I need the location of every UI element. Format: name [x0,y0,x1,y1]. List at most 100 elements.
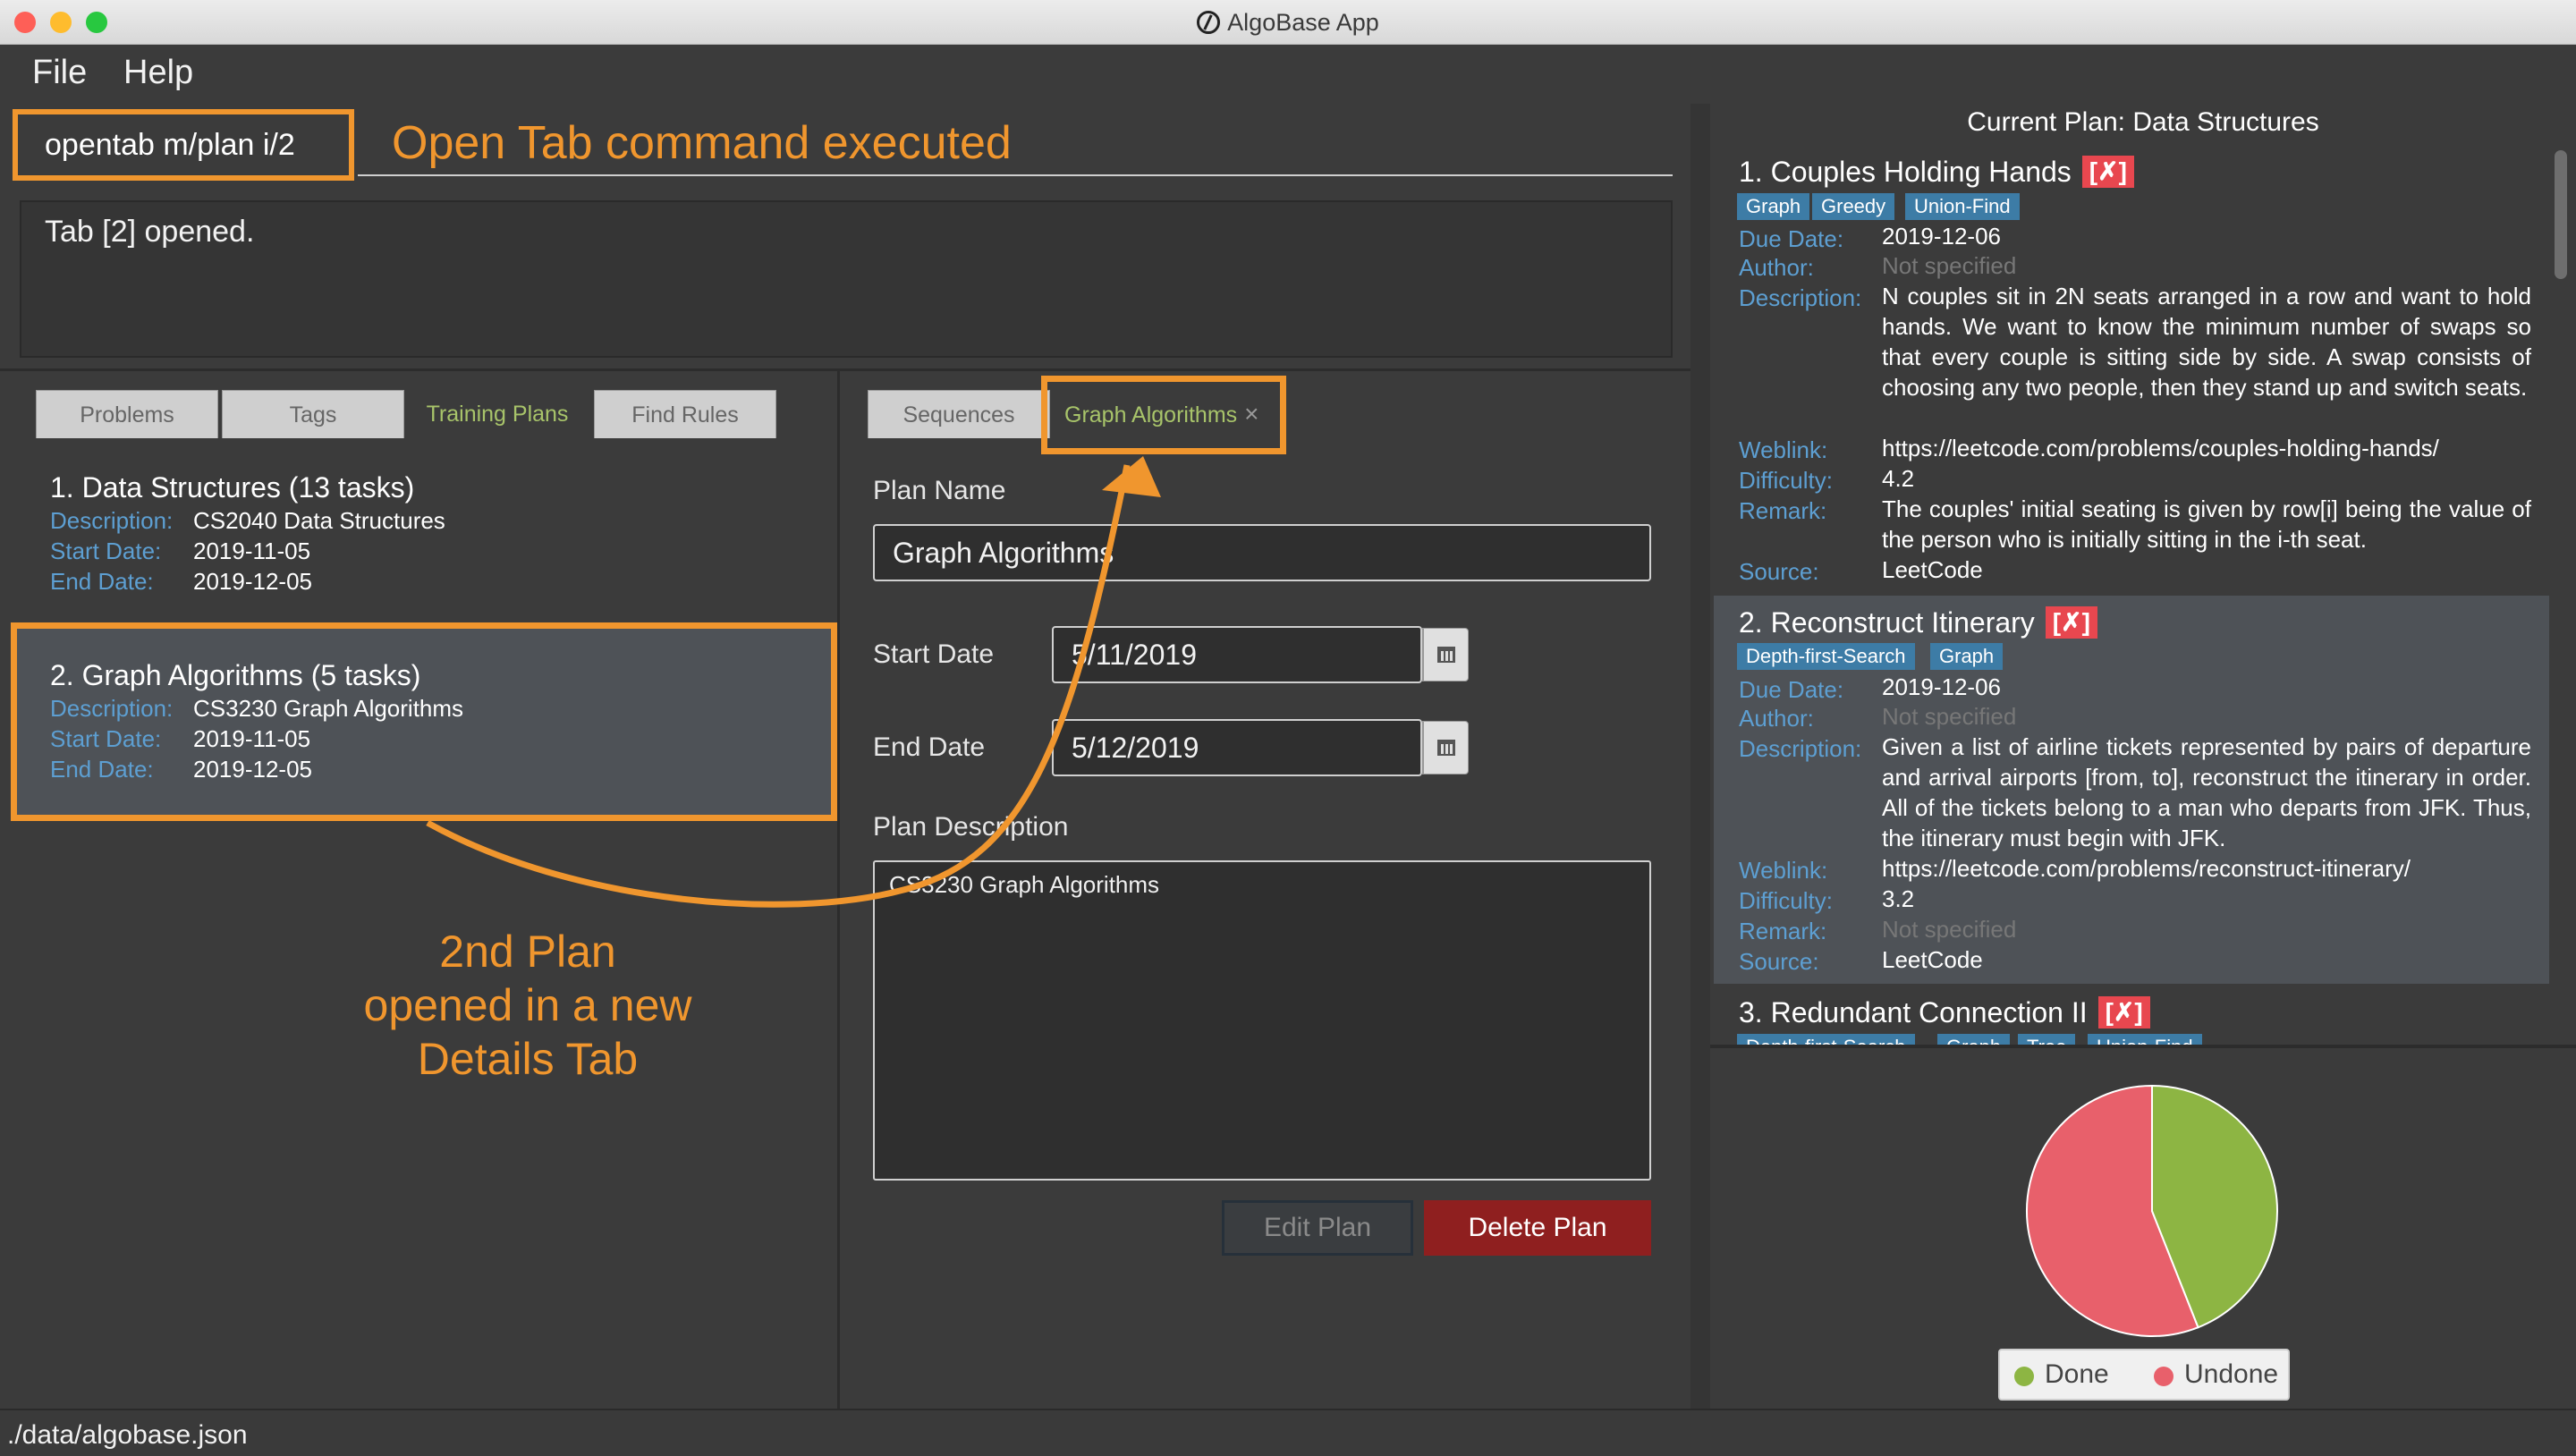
tab-training-plans[interactable]: Training Plans [408,390,587,438]
status-bar [0,1409,2576,1456]
command-annotation: Open Tab command executed [392,117,1012,169]
delete-plan-button[interactable]: Delete Plan [1424,1200,1651,1256]
task-label: Remark: [1739,918,1827,944]
task-due-date: 2019-12-06 [1882,673,2001,700]
incomplete-badge[interactable]: [✗] [2081,156,2134,188]
task-due-date: 2019-12-06 [1882,223,2001,250]
end-date-label: End Date [873,732,986,762]
tab-find-rules[interactable]: Find Rules [594,390,776,438]
plan-description-label: Plan Description [873,812,1069,842]
undone-legend-dot [2154,1367,2174,1386]
task-weblink[interactable]: https://leetcode.com/problems/couples-ho… [1882,433,2531,463]
tag: Graph [1737,193,1810,220]
plan-name-label: Plan Name [873,476,1006,505]
plan-start-date: 2019-11-05 [193,538,311,564]
plan-annotation: 2nd Plan opened in a new Details Tab [322,925,733,1086]
plan-label: Description: [50,507,174,534]
pie-legend: Done Undone [1998,1349,2290,1401]
plan-description-text: CS3230 Graph Algorithms [889,871,1160,898]
tag: Depth-first-Search [1737,643,1915,670]
task-label: Source: [1739,558,1819,585]
annotation-line: 2nd Plan [439,927,616,977]
task-label: Description: [1739,735,1862,762]
tag: Depth-first-Search [1737,1034,1915,1045]
task-label: Author: [1739,254,1814,281]
plan-end-date: 2019-12-05 [193,568,312,595]
task-source: LeetCode [1882,556,1983,583]
plan-label: Start Date: [50,538,162,564]
scrollbar-thumb[interactable] [2555,150,2567,279]
task-label: Due Date: [1739,225,1844,252]
tag: Graph [1930,643,2004,670]
annotation-line: Details Tab [417,1034,639,1084]
task-remark: Not specified [1882,916,2017,943]
task-label: Remark: [1739,497,1827,524]
plan-name-field[interactable]: Graph Algorithms [873,524,1651,581]
tag: Greedy [1812,193,1895,220]
task-tags-clipped: Depth-first-Search Graph Tree Union-Find [1714,1034,2549,1045]
incomplete-badge[interactable]: [✗] [2097,996,2150,1029]
command-highlight-box [13,109,354,181]
result-display [20,200,1673,358]
annotation-line: opened in a new [363,980,692,1030]
task-label: Difficulty: [1739,887,1833,914]
task-title-text: 1. Couples Holding Hands [1739,156,2072,188]
task-title[interactable]: 2. Reconstruct Itinerary [✗] [1739,606,2097,639]
tab-sequences[interactable]: Sequences [868,390,1050,438]
task-author: Not specified [1882,703,2017,730]
task-title[interactable]: 1. Couples Holding Hands [✗] [1739,156,2134,189]
task-description: N couples sit in 2N seats arranged in a … [1882,283,2531,401]
plan-label: End Date: [50,568,154,595]
calendar-icon[interactable] [1422,628,1469,681]
plan-title[interactable]: 1. Data Structures (13 tasks) [50,471,414,504]
task-label: Difficulty: [1739,467,1833,494]
task-source: LeetCode [1882,946,1983,973]
tag: Union-Find [2088,1034,2202,1045]
plan-description-field[interactable] [873,860,1651,1181]
edit-plan-button[interactable]: Edit Plan [1222,1200,1413,1256]
task-label: Source: [1739,948,1819,975]
task-label: Author: [1739,705,1814,732]
menu-file[interactable]: File [32,54,87,92]
start-date-field[interactable]: 5/11/2019 [1052,626,1422,683]
pane-divider [1690,104,1710,1409]
task-label: Weblink: [1739,857,1828,884]
app-logo-icon [1197,11,1221,34]
task-title[interactable]: 3. Redundant Connection II [✗] [1739,996,2150,1029]
start-date-label: Start Date [873,639,995,669]
divider [1710,1045,2576,1048]
incomplete-badge[interactable]: [✗] [2045,606,2097,639]
menu-bar: File Help [0,45,2576,104]
window-title: AlgoBase App [0,9,2576,37]
task-description: Given a list of airline tickets represen… [1882,733,2531,851]
task-difficulty: 3.2 [1882,885,1915,912]
task-remark: The couples' initial seating is given by… [1882,495,2531,553]
tag: Graph [1937,1034,2011,1045]
tab-tags[interactable]: Tags [222,390,404,438]
calendar-icon[interactable] [1422,721,1469,775]
done-legend-dot [2014,1367,2034,1386]
current-plan-title: Current Plan: Data Structures [1967,107,2319,137]
tag: Tree [2018,1034,2076,1045]
task-difficulty: 4.2 [1882,465,1915,492]
task-weblink[interactable]: https://leetcode.com/problems/reconstruc… [1882,853,2531,884]
tag: Union-Find [1905,193,2020,220]
task-title-text: 3. Redundant Connection II [1739,996,2088,1029]
menu-help[interactable]: Help [123,54,193,92]
task-label: Due Date: [1739,676,1844,703]
plan-description: CS2040 Data Structures [193,507,445,534]
status-path: ./data/algobase.json [7,1420,248,1450]
legend-undone: Undone [2184,1359,2279,1389]
task-author: Not specified [1882,252,2017,279]
plan-highlight-box [11,622,837,821]
task-label: Weblink: [1739,436,1828,463]
title-bar: AlgoBase App [0,0,2576,45]
end-date-field[interactable]: 5/12/2019 [1052,719,1422,776]
tab-problems[interactable]: Problems [36,390,218,438]
task-title-text: 2. Reconstruct Itinerary [1739,606,2035,639]
tab-highlight-box [1041,376,1286,454]
result-text: Tab [2] opened. [45,215,255,249]
task-label: Description: [1739,284,1862,311]
progress-pie-chart [2026,1084,2278,1337]
legend-done: Done [2045,1359,2109,1389]
